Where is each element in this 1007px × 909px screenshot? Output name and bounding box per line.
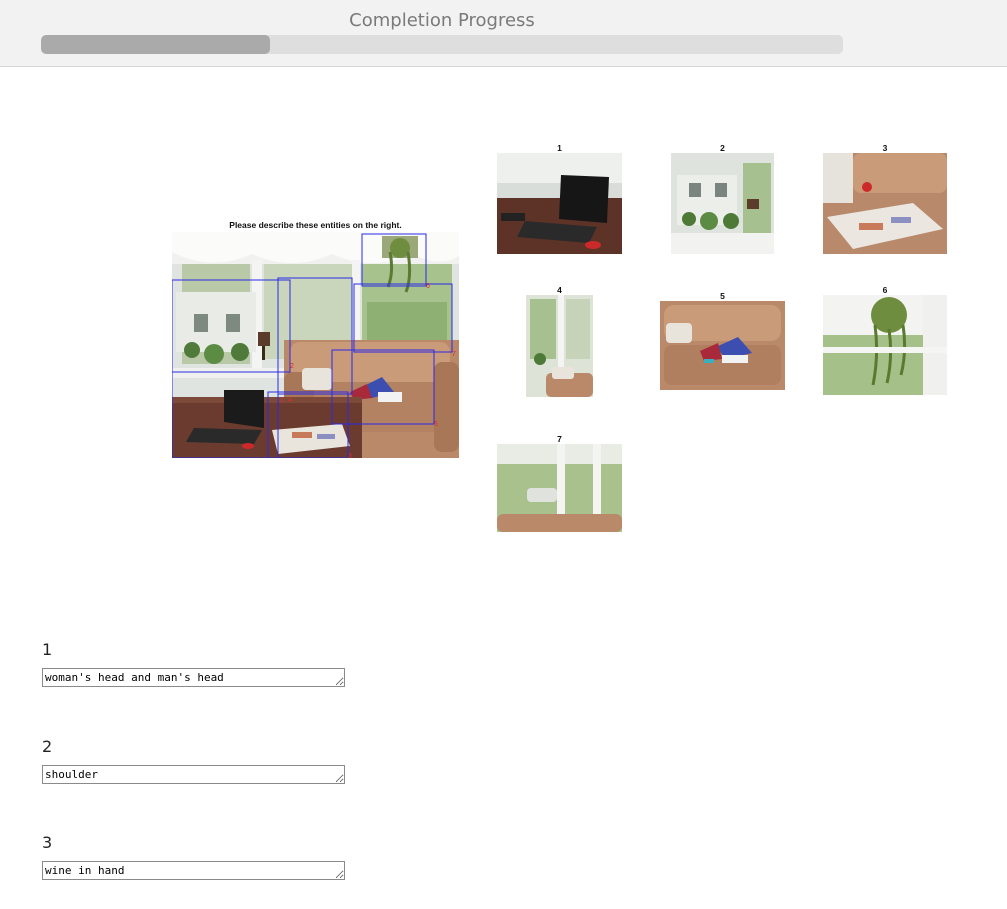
annotated-scene-figure: Please describe these entities on the ri… (172, 218, 459, 458)
thumbnail-1: 1 (497, 143, 622, 254)
box-label-3: 3 (348, 453, 352, 458)
living-room-scene-image: 1 2 3 4 5 6 7 (172, 232, 459, 458)
thumbnail-label: 4 (557, 285, 562, 295)
question-number: 3 (42, 833, 53, 852)
progress-bar (41, 35, 843, 54)
progress-bar-fill (41, 35, 270, 54)
thumbnail-label: 7 (557, 434, 562, 444)
box-label-6: 6 (426, 283, 430, 290)
answer-field-3[interactable]: wine in hand (42, 861, 345, 880)
hanging-plant-image (823, 295, 947, 395)
answer-field-1[interactable]: woman's head and man's head (42, 668, 345, 687)
window-corner-image (526, 295, 593, 397)
question-number: 2 (42, 737, 53, 756)
thumbnail-4: 4 (526, 285, 593, 397)
thumbnail-6: 6 (823, 285, 947, 395)
question-number: 1 (42, 640, 53, 659)
thumbnail-2: 2 (671, 143, 774, 254)
thumbnail-label: 5 (720, 291, 725, 301)
newspapers-image (823, 153, 947, 254)
progress-header: Completion Progress (0, 0, 1007, 67)
thumbnail-5: 5 (660, 291, 785, 390)
thumbnail-3: 3 (823, 143, 947, 254)
thumbnail-label: 1 (557, 143, 562, 153)
box-label-2: 2 (290, 363, 294, 370)
thumbnail-label: 3 (882, 143, 888, 153)
question-3: 3 wine in hand (42, 833, 345, 880)
question-2: 2 shoulder (42, 737, 345, 784)
window-plants-image (671, 153, 774, 254)
sofa-image (660, 301, 785, 390)
scene-caption: Please describe these entities on the ri… (229, 220, 402, 230)
box-label-7: 7 (452, 351, 456, 358)
progress-title: Completion Progress (349, 10, 535, 31)
thumbnail-label: 2 (720, 143, 725, 153)
thumbnail-7: 7 (497, 434, 622, 532)
laptop-image (497, 153, 622, 254)
thumbnail-label: 6 (882, 285, 888, 295)
box-label-4: 4 (288, 397, 292, 404)
answer-field-2[interactable]: shoulder (42, 765, 345, 784)
box-label-5: 5 (434, 421, 438, 428)
question-1: 1 woman's head and man's head (42, 640, 345, 687)
box-label-1: 1 (280, 397, 284, 404)
window-sofa-image (497, 444, 622, 532)
